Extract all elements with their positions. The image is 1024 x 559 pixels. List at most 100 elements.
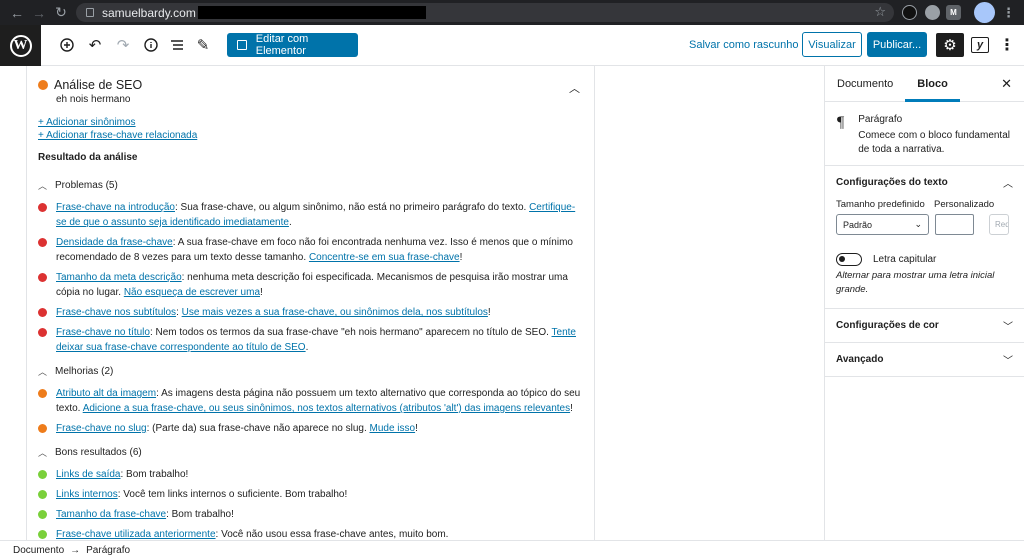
preset-size-label: Tamanho predefinido [836,199,925,210]
analysis-item-text: Frase-chave no título: Nem todos os term… [56,325,583,355]
analysis-item-message: : Você não usou essa frase-chave antes, … [215,529,449,540]
breadcrumb-document[interactable]: Documento [13,545,64,556]
add-synonyms-link[interactable]: + Adicionar sinônimos [38,117,136,128]
analysis-item: Frase-chave no título: Nem todos os term… [38,325,583,355]
analysis-item-text: Links de saída: Bom trabalho! [56,467,583,482]
url-text: samuelbardy.com [102,5,196,20]
info-icon[interactable] [141,35,161,55]
drop-cap-toggle[interactable] [836,253,862,266]
block-name: Parágrafo [858,114,903,125]
analysis-item-text: Atributo alt da imagem: As imagens desta… [56,386,583,416]
undo-icon[interactable]: ↶ [85,35,105,55]
bookmark-star-icon[interactable]: ☆ [874,4,886,20]
analysis-item-text: Frase-chave na introdução: Sua frase-cha… [56,200,583,230]
custom-size-label: Personalizado [934,199,995,210]
analysis-item-message: : Sua frase-chave, ou algum sinônimo, nã… [174,202,530,213]
tab-document[interactable]: Documento [825,66,905,102]
analysis-item-link[interactable]: Frase-chave nos subtítulos [56,307,176,318]
block-description: Comece com o bloco fundamental de toda a… [858,130,1010,155]
color-settings-label: Configurações de cor [836,320,939,331]
settings-gear-icon[interactable]: ⚙ [936,33,964,57]
forward-icon[interactable]: → [28,2,50,24]
problems-group-toggle[interactable]: ︿ Problemas (5) [38,179,583,192]
analysis-item-link[interactable]: Tamanho da frase-chave [56,509,166,520]
analysis-item-link[interactable]: Links internos [56,489,118,500]
collapse-chevron-icon[interactable]: ︿ [569,80,580,96]
analysis-item-text: Densidade da frase-chave: A sua frase-ch… [56,235,583,265]
more-options-icon[interactable]: ⋮ [999,35,1015,55]
analysis-item-message: : Bom trabalho! [120,469,189,480]
chevron-up-icon: ︿ [1003,179,1013,190]
preview-button[interactable]: Visualizar [802,32,862,57]
color-settings-toggle[interactable]: Configurações de cor ﹀ [825,309,1024,342]
redacted-block [197,6,426,19]
custom-size-input[interactable] [935,214,974,235]
analysis-item-link[interactable]: Frase-chave no título [56,327,150,338]
list-view-icon[interactable] [167,35,187,55]
seo-analysis-panel: Análise de SEO ︿ eh nois hermano + Adici… [26,66,595,540]
reload-icon[interactable]: ↻ [50,2,72,24]
analysis-item-link[interactable]: Frase-chave na introdução [56,202,175,213]
redo-icon[interactable]: ↷ [113,35,133,55]
add-block-icon[interactable] [57,35,77,55]
improvements-list: Atributo alt da imagem: As imagens desta… [38,386,583,436]
yoast-icon[interactable]: y [971,37,989,53]
advanced-label: Avançado [836,354,884,365]
analysis-item-punct: ! [415,423,418,434]
analysis-item-action-link[interactable]: Adicione a sua frase-chave, ou seus sinô… [83,403,570,414]
analysis-item-action-link[interactable]: Use mais vezes a sua frase-chave, ou sin… [182,307,488,318]
analysis-item-link[interactable]: Frase-chave utilizada anteriormente [56,529,216,540]
analysis-item-text: Links internos: Você tem links internos … [56,487,583,502]
analysis-item: Frase-chave na introdução: Sua frase-cha… [38,200,583,230]
extension-circle-icon[interactable] [925,5,940,20]
analysis-item: Atributo alt da imagem: As imagens desta… [38,386,583,416]
analysis-item-link[interactable]: Atributo alt da imagem [56,388,156,399]
analysis-item-action-link[interactable]: Não esqueça de escrever uma [124,287,260,298]
extension-m-icon[interactable]: M [946,5,961,20]
analysis-item: Links de saída: Bom trabalho! [38,467,583,482]
edit-pencil-icon[interactable]: ✎ [193,35,213,55]
analysis-item-link[interactable]: Links de saída [56,469,121,480]
chrome-menu-icon[interactable]: ⋮ [1001,5,1016,20]
status-dot-icon [38,328,47,337]
focus-keyphrase: eh nois hermano [56,94,131,105]
good-results-group-toggle[interactable]: ︿ Bons resultados (6) [38,446,583,459]
reset-button[interactable]: Redefinir [989,214,1009,235]
seo-score-indicator [38,80,48,90]
status-dot-icon [38,490,47,499]
analysis-item-punct: ! [570,403,573,414]
breadcrumb: Documento → Parágrafo [0,540,1024,559]
seo-analysis-header[interactable]: Análise de SEO [38,76,583,94]
extension-shield-icon[interactable] [902,5,917,20]
add-related-keyphrase-link[interactable]: + Adicionar frase-chave relacionada [38,130,197,141]
editor-content: Análise de SEO ︿ eh nois hermano + Adici… [0,66,824,540]
breadcrumb-paragraph[interactable]: Parágrafo [86,545,130,556]
avatar[interactable] [974,2,995,23]
analysis-item-action-link[interactable]: Concentre-se em sua frase-chave [309,252,460,263]
publish-button[interactable]: Publicar... [867,32,927,57]
analysis-item-punct: ! [260,287,263,298]
analysis-item-link[interactable]: Tamanho da meta descrição [56,272,182,283]
analysis-item-link[interactable]: Densidade da frase-chave [56,237,173,248]
close-icon[interactable]: ✕ [1001,76,1012,92]
text-settings-section: Configurações do texto ︿ Tamanho predefi… [825,166,1024,309]
drop-cap-label: Letra capitular [873,254,937,265]
text-settings-toggle[interactable]: Configurações do texto ︿ [825,166,1024,199]
back-icon[interactable]: ← [6,2,28,24]
paragraph-icon: ¶ [837,114,845,131]
status-dot-icon [38,470,47,479]
font-size-select[interactable]: Padrão ⌄ [836,214,929,235]
analysis-item-punct: . [288,217,292,228]
improvements-group-toggle[interactable]: ︿ Melhorias (2) [38,365,583,378]
save-draft-link[interactable]: Salvar como rascunho [689,39,798,51]
wordpress-logo-icon[interactable]: W [0,25,41,66]
analysis-item-action-link[interactable]: Mude isso [370,423,416,434]
address-bar[interactable]: samuelbardy.com ☆ [76,3,894,22]
chevron-down-icon: ﹀ [1003,356,1013,367]
analysis-item-link[interactable]: Frase-chave no slug [56,423,147,434]
edit-with-elementor-button[interactable]: Editar com Elementor [227,33,358,57]
analysis-item-text: Frase-chave utilizada anteriormente: Voc… [56,527,583,540]
analysis-item-text: Tamanho da meta descrição: nenhuma meta … [56,270,583,300]
tab-block[interactable]: Bloco [905,66,960,102]
advanced-toggle[interactable]: Avançado ﹀ [825,343,1024,376]
